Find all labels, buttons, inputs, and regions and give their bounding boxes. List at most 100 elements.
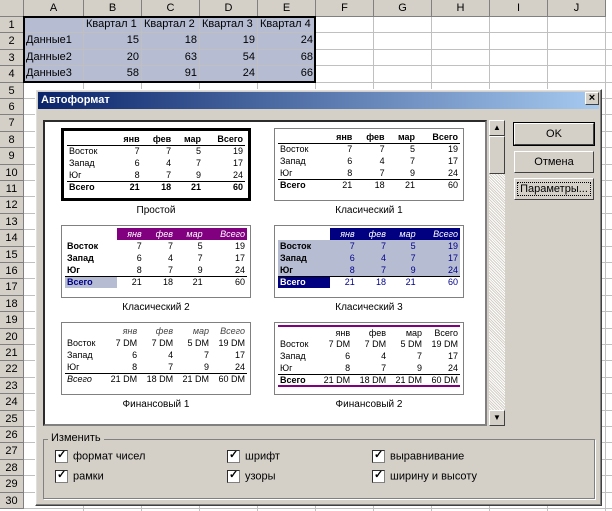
row-header[interactable]: 9 [0, 148, 24, 165]
format-preview-3[interactable]: янв фев мар Всего Восток 7 7 5 19 Запад 6 4 7 17 Юг 8 7 9… [61, 225, 251, 298]
column-header[interactable]: G [374, 0, 432, 17]
row-header[interactable]: 3 [0, 49, 24, 67]
format-preview-1[interactable]: янв фев мар Всего Восток 7 7 5 19 Запад 6 4 7 17 Юг 8 7 9… [61, 128, 251, 201]
row-header[interactable]: 14 [0, 230, 24, 247]
preview-cell: 7 [356, 240, 388, 252]
row-header[interactable]: 13 [0, 213, 24, 231]
table-cell[interactable]: Данные3 [24, 66, 83, 82]
format-preview-5[interactable]: янв фев мар Всего Восток 7 DM 7 DM 5 DM 19 DM Зап… [61, 322, 251, 395]
column-header[interactable]: E [258, 0, 316, 17]
table-cell[interactable]: Данные1 [24, 33, 83, 49]
row-header[interactable]: 18 [0, 295, 24, 313]
preview-table: янв фев мар Всего Восток 7 7 5 19 Запад 6 4 7 17 Юг 8 7 9… [278, 131, 460, 191]
row-header[interactable]: 2 [0, 33, 24, 50]
column-header[interactable]: F [316, 0, 374, 17]
table-cell[interactable]: Данные2 [24, 49, 83, 66]
checkbox-number-format[interactable]: формат чисел [55, 449, 145, 464]
format-preview-2[interactable]: янв фев мар Всего Восток 7 7 5 19 Запад 6 4 7 17 Юг 8 7 9… [274, 128, 464, 201]
cancel-button[interactable]: Отмена [514, 151, 594, 173]
column-header[interactable]: H [432, 0, 490, 17]
preview-cell: 8 [345, 362, 351, 373]
table-cell[interactable]: Квартал 3 [200, 17, 257, 33]
row-header[interactable]: 25 [0, 410, 24, 427]
table-cell[interactable] [24, 17, 83, 33]
table-cell[interactable]: 24 [200, 66, 257, 82]
checkbox-patterns[interactable]: узоры [227, 469, 276, 484]
preview-cell: 60 [417, 178, 460, 191]
table-cell[interactable]: Квартал 1 [84, 17, 141, 33]
row-header[interactable]: 6 [0, 99, 24, 116]
preview-cell: мар [388, 325, 425, 338]
row-header[interactable]: 20 [0, 328, 24, 345]
row-header[interactable]: 23 [0, 377, 24, 395]
row-header[interactable]: 27 [0, 443, 24, 460]
row-header[interactable]: 1 [0, 17, 24, 34]
checkbox-alignment[interactable]: выравнивание [372, 449, 464, 464]
row-header[interactable]: 12 [0, 197, 24, 214]
row-header[interactable]: 19 [0, 312, 24, 329]
preview-cell: 7 [134, 146, 140, 157]
select-all-corner[interactable] [0, 0, 24, 17]
preview-cell: Восток [67, 338, 96, 348]
scroll-down-icon[interactable]: ▼ [489, 410, 505, 426]
preview-cell: фев [141, 133, 174, 146]
row-header[interactable]: 26 [0, 427, 24, 444]
column-header[interactable]: B [84, 0, 142, 17]
table-cell[interactable]: 66 [258, 66, 315, 82]
table-cell[interactable]: 63 [142, 49, 199, 66]
column-header[interactable]: A [24, 0, 84, 17]
row-header[interactable]: 16 [0, 263, 24, 280]
table-cell[interactable]: 54 [200, 49, 257, 66]
ok-button[interactable]: OK [513, 122, 595, 146]
close-button[interactable]: × [585, 92, 599, 105]
preview-cell: 4 [381, 351, 387, 361]
table-cell[interactable]: 24 [258, 33, 315, 49]
row-header[interactable]: 22 [0, 361, 24, 378]
preview-cell: 8 [136, 264, 142, 275]
scroll-thumb[interactable] [489, 136, 505, 174]
row-header[interactable]: 11 [0, 181, 24, 198]
row-header[interactable]: 4 [0, 66, 24, 83]
row-header[interactable]: 10 [0, 164, 24, 181]
scroll-up-icon[interactable]: ▲ [489, 120, 505, 136]
gallery-scrollbar[interactable]: ▲ ▼ [489, 120, 505, 426]
column-header[interactable]: D [200, 0, 258, 17]
row-header[interactable]: 7 [0, 115, 24, 132]
preview-cell: Всего [278, 178, 326, 191]
table-cell[interactable]: 68 [258, 49, 315, 66]
preview-cell: мар [173, 133, 203, 146]
row-header[interactable]: 5 [0, 82, 24, 99]
checkbox-borders[interactable]: рамки [55, 469, 104, 484]
column-header[interactable]: C [142, 0, 200, 17]
preview-cell: 7 [381, 362, 387, 373]
row-header[interactable]: 28 [0, 459, 24, 477]
column-header[interactable]: I [490, 0, 548, 17]
table-cell[interactable]: Квартал 2 [142, 17, 199, 33]
row-header[interactable]: 21 [0, 345, 24, 362]
row-header[interactable]: 15 [0, 246, 24, 263]
row-header[interactable]: 24 [0, 394, 24, 411]
preview-cell: 5 DM [400, 339, 423, 349]
preview-cell: Всего [65, 275, 117, 288]
column-header[interactable]: J [548, 0, 606, 17]
format-preview-6[interactable]: янв фев мар Всего Восток 7 DM 7 DM 5 DM 19 DM Зап… [274, 322, 464, 395]
table-cell[interactable]: 15 [84, 33, 141, 49]
options-button[interactable]: Параметры... [514, 178, 594, 200]
preview-cell [65, 228, 117, 240]
table-cell[interactable]: Квартал 4 [258, 17, 315, 33]
preview-cell: 6 [329, 252, 357, 264]
format-preview-4[interactable]: янв фев мар Всего Восток 7 7 5 19 Запад 6 4 7 17 Юг 8 7 9… [274, 225, 464, 298]
format-gallery[interactable]: янв фев мар Всего Восток 7 7 5 19 Запад 6 4 7 17 Юг 8 7 9… [43, 120, 487, 426]
table-cell[interactable]: 19 [200, 33, 257, 49]
row-header[interactable]: 8 [0, 131, 24, 149]
row-header[interactable]: 29 [0, 476, 24, 493]
preview-cell: 7 [388, 252, 418, 264]
table-cell[interactable]: 20 [84, 49, 141, 66]
table-cell[interactable]: 58 [84, 66, 141, 82]
row-header[interactable]: 30 [0, 492, 24, 509]
row-header[interactable]: 17 [0, 279, 24, 296]
table-cell[interactable]: 91 [142, 66, 199, 82]
table-cell[interactable]: 18 [142, 33, 199, 49]
checkbox-font[interactable]: шрифт [227, 449, 280, 464]
checkbox-width-height[interactable]: ширину и высоту [372, 469, 477, 484]
